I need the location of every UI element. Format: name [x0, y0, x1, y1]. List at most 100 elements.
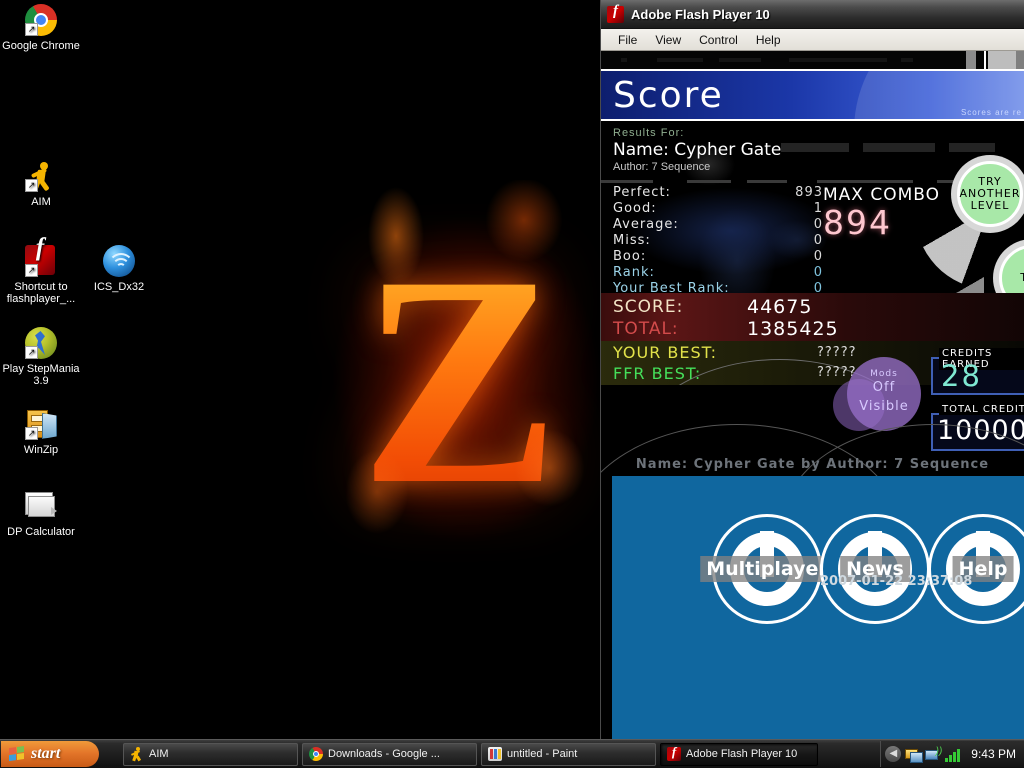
help-button[interactable]: Help	[928, 514, 1024, 624]
desktop-icon-label: ICS_Dx32	[93, 281, 145, 293]
desktop-icon-dp-calculator[interactable]: DP Calculator	[2, 490, 80, 538]
timestamp: 2007-01-22 23:37:08	[820, 574, 973, 589]
taskbar-item-label: Downloads - Google ...	[328, 748, 440, 760]
signal-strength-icon[interactable]	[945, 747, 961, 762]
score-value: 44675	[747, 296, 813, 318]
desktop-wallpaper-flaming-z: Z	[300, 180, 620, 580]
desktop-icon-play-stepmania[interactable]: ↗ Play StepMania 3.9	[2, 327, 80, 387]
banner-note: Scores are re	[960, 108, 1022, 117]
mods-bubble[interactable]: Mods Off Visible	[847, 357, 921, 431]
stat-label: Boo:	[613, 249, 647, 264]
score-label: SCORE:	[613, 297, 684, 317]
stat-row-rank: Rank: 0	[613, 265, 822, 281]
winzip-icon: ↗	[25, 408, 57, 440]
multiplayer-label: Multiplayer	[700, 556, 834, 582]
flaming-z-glyph: Z	[300, 180, 620, 580]
desktop-icon-label: Play StepMania 3.9	[2, 363, 80, 387]
stat-row-average: Average: 0	[613, 217, 822, 233]
multiplayer-button[interactable]: Multiplayer	[700, 514, 834, 624]
windows-flag-icon	[9, 745, 25, 762]
network-icon[interactable]	[905, 747, 924, 763]
flash-stage[interactable]: Score Scores are re Results For: Name: C…	[601, 51, 1024, 740]
desktop-icon-winzip[interactable]: ↗ WinZip	[2, 408, 80, 456]
stat-row-good: Good: 1	[613, 201, 822, 217]
stats-list: Perfect: 893 Good: 1 Average: 0 Miss: 0	[613, 185, 822, 297]
stat-label: Perfect:	[613, 185, 671, 200]
mods-visible: Visible	[859, 399, 909, 414]
taskbar[interactable]: start AIM Downloads - Google ... untitle…	[0, 739, 1024, 768]
chrome-icon: ↗	[25, 4, 57, 36]
shortcut-overlay-icon: ↗	[25, 179, 38, 192]
results-body: Results For: Name: Cypher Gate Author: 7…	[601, 121, 1024, 476]
score-total-block: SCORE: 44675 TOTAL: 1385425	[601, 293, 1024, 341]
menu-item-control[interactable]: Control	[690, 32, 747, 48]
chrome-icon	[309, 747, 323, 761]
show-hidden-icons-chevron-icon[interactable]: ◀	[885, 746, 902, 762]
desktop-icon-ics-dx32[interactable]: ICS_Dx32	[80, 245, 158, 293]
window-title-bar[interactable]: Adobe Flash Player 10	[601, 0, 1024, 29]
wifi-icon	[103, 245, 135, 277]
desktop-icon-label: Google Chrome	[2, 40, 80, 52]
taskbar-clock[interactable]: 9:43 PM	[971, 747, 1016, 761]
results-for-label: Results For:	[613, 127, 685, 139]
total-label: TOTAL:	[613, 319, 679, 339]
adobe-flash-player-window[interactable]: Adobe Flash Player 10 File View Control …	[600, 0, 1024, 740]
song-name: Name: Cypher Gate	[613, 140, 782, 160]
flash-player-icon: ↗	[25, 242, 57, 277]
shortcut-overlay-icon: ↗	[25, 264, 38, 277]
total-value: 1385425	[747, 318, 839, 340]
taskbar-item-downloads-google-chrome[interactable]: Downloads - Google ...	[302, 742, 477, 766]
news-button[interactable]: News	[820, 514, 930, 624]
menu-item-file[interactable]: File	[609, 32, 646, 48]
system-tray[interactable]: ◀ )) 9:43 PM	[880, 741, 1024, 767]
desktop-icon-aim[interactable]: ↗ AIM	[2, 160, 80, 208]
aim-icon	[130, 747, 144, 762]
screen: Z ↗ Google Chrome ↗ AIM ↗ Shortcut	[0, 0, 1024, 768]
try-another-level-button[interactable]: TRY ANOTHER LEVEL	[957, 161, 1023, 227]
menu-bar[interactable]: File View Control Help	[601, 29, 1024, 51]
score-banner: Score Scores are re	[601, 69, 1024, 121]
stat-row-boo: Boo: 0	[613, 249, 822, 265]
taskbar-item-label: AIM	[149, 748, 169, 760]
stepmania-globe-icon: ↗	[25, 327, 57, 359]
stat-value: 0	[813, 217, 823, 232]
stat-label: Miss:	[613, 233, 651, 248]
shortcut-overlay-icon: ↗	[25, 427, 38, 440]
stat-value: 0	[813, 233, 823, 248]
desktop-icon-flashplayer-shortcut[interactable]: ↗ Shortcut to flashplayer_...	[2, 242, 80, 305]
taskbar-item-aim[interactable]: AIM	[123, 742, 298, 766]
bottom-marquee: Name: Cypher Gate by Author: 7 Sequence	[635, 457, 990, 472]
taskbar-item-label: Adobe Flash Player 10	[686, 748, 798, 760]
desktop-icon-label: WinZip	[23, 444, 59, 456]
taskbar-item-label: untitled - Paint	[507, 748, 578, 760]
paint-icon	[488, 747, 502, 761]
network-activity-icon[interactable]: ))	[925, 746, 942, 762]
desktop-icon-label: AIM	[31, 196, 51, 208]
flash-icon	[667, 744, 681, 761]
taskbar-item-untitled-paint[interactable]: untitled - Paint	[481, 742, 656, 766]
desktop-icon-google-chrome[interactable]: ↗ Google Chrome	[2, 4, 80, 52]
taskbar-item-adobe-flash-player[interactable]: Adobe Flash Player 10	[660, 742, 818, 766]
stat-row-perfect: Perfect: 893	[613, 185, 822, 201]
mods-state: Off	[872, 380, 896, 395]
menu-item-help[interactable]: Help	[747, 32, 790, 48]
ffr-best-label: FFR BEST:	[613, 364, 702, 383]
total-credits-label: TOTAL CREDITS	[939, 404, 1024, 415]
folder-icon	[25, 490, 57, 522]
stat-value: 893	[795, 185, 823, 200]
menu-item-view[interactable]: View	[646, 32, 690, 48]
stat-label: Average:	[613, 217, 679, 232]
window-title: Adobe Flash Player 10	[631, 6, 770, 22]
stat-row-miss: Miss: 0	[613, 233, 822, 249]
desktop-icon-label: Shortcut to flashplayer_...	[6, 281, 76, 305]
start-button[interactable]: start	[1, 741, 99, 767]
flash-player-icon	[607, 3, 624, 23]
stat-value: 1	[813, 201, 823, 216]
your-best-label: YOUR BEST:	[613, 343, 718, 362]
try-another-level-label-2: TRY	[1020, 272, 1024, 284]
stat-label: Rank:	[613, 265, 655, 280]
stat-label: Good:	[613, 201, 657, 216]
desktop-icon-label: DP Calculator	[7, 526, 75, 538]
bottom-blue-panel: Multiplayer News Help 2007-01-22 23:37:0…	[612, 476, 1024, 740]
mods-label: Mods	[870, 369, 898, 379]
